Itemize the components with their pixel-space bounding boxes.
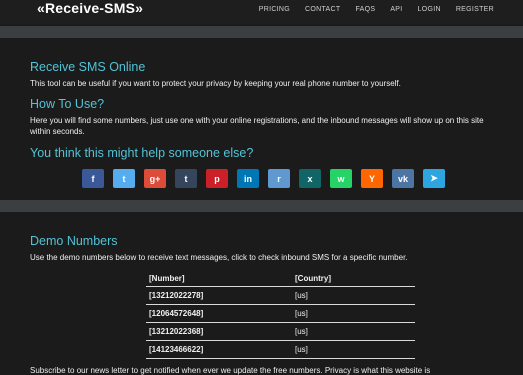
linkedin-icon[interactable]: in [237, 169, 259, 188]
share-glyph: w [337, 173, 345, 184]
share-glyph: g+ [149, 173, 161, 184]
divider-stripe [0, 200, 523, 212]
share-glyph: Y [368, 173, 375, 184]
newsletter-text: Subscribe to our news letter to get noti… [30, 366, 431, 375]
country-cell: [us] [292, 322, 415, 341]
ycombinator-icon[interactable]: Y [361, 169, 383, 188]
nav-contact[interactable]: CONTACT [305, 6, 340, 13]
phone-number-link[interactable]: [13212022368] [146, 322, 292, 341]
country-cell: [us] [292, 286, 415, 305]
divider-stripe [0, 26, 523, 38]
howto-text: Here you will find some numbers, just us… [30, 116, 484, 136]
table-row[interactable]: [14123466622] [us] [146, 340, 415, 359]
nav-login[interactable]: LOGIN [418, 6, 441, 13]
phone-number-link[interactable]: [14123466622] [146, 340, 292, 359]
country-cell: [us] [292, 304, 415, 323]
google-plus-icon[interactable]: g+ [144, 169, 166, 188]
reddit-icon[interactable]: r [268, 169, 290, 188]
demo-title: Demo Numbers [30, 234, 118, 248]
table-row[interactable]: [12064572648] [us] [146, 304, 415, 323]
tumblr-icon[interactable]: t [175, 169, 197, 188]
top-navbar: «Receive-SMS» PRICING CONTACT FAQS API L… [0, 0, 523, 24]
table-row[interactable]: [13212022368] [us] [146, 322, 415, 341]
country-cell: [us] [292, 340, 415, 359]
share-glyph: vk [397, 173, 408, 184]
howto-title: How To Use? [30, 97, 105, 111]
xing-icon[interactable]: x [299, 169, 321, 188]
main-nav: PRICING CONTACT FAQS API LOGIN REGISTER [259, 6, 494, 13]
nav-register[interactable]: REGISTER [456, 6, 494, 13]
telegram-icon[interactable]: ➤ [423, 169, 445, 188]
facebook-icon[interactable]: f [82, 169, 104, 188]
nav-faqs[interactable]: FAQS [355, 6, 375, 13]
demo-numbers-table: [Number] [Country] [13212022278] [us] [1… [146, 270, 415, 359]
share-glyph: ➤ [430, 173, 438, 183]
nav-pricing[interactable]: PRICING [259, 6, 290, 13]
intro-text: This tool can be useful if you want to p… [30, 79, 401, 88]
table-header-row: [Number] [Country] [146, 270, 415, 287]
phone-number-link[interactable]: [13212022278] [146, 286, 292, 305]
intro-title: Receive SMS Online [30, 60, 146, 74]
table-row[interactable]: [13212022278] [us] [146, 286, 415, 305]
site-logo[interactable]: «Receive-SMS» [37, 0, 143, 16]
column-header-country: [Country] [292, 270, 415, 287]
share-glyph: in [244, 173, 252, 184]
pinterest-icon[interactable]: p [206, 169, 228, 188]
share-glyph: t [122, 173, 126, 184]
share-glyph: r [277, 173, 281, 184]
share-glyph: t [184, 173, 188, 184]
demo-text: Use the demo numbers below to receive te… [30, 253, 408, 262]
share-glyph: f [91, 173, 95, 184]
whatsapp-icon[interactable]: w [330, 169, 352, 188]
share-buttons: f t g+ t p in r x w Yvk ➤ [82, 169, 445, 188]
nav-api[interactable]: API [390, 6, 402, 13]
share-glyph: p [214, 173, 220, 184]
vk-icon[interactable]: vk [392, 169, 414, 188]
share-title: You think this might help someone else? [30, 146, 254, 160]
twitter-icon[interactable]: t [113, 169, 135, 188]
share-glyph: x [307, 173, 313, 184]
column-header-number: [Number] [146, 270, 292, 287]
phone-number-link[interactable]: [12064572648] [146, 304, 292, 323]
